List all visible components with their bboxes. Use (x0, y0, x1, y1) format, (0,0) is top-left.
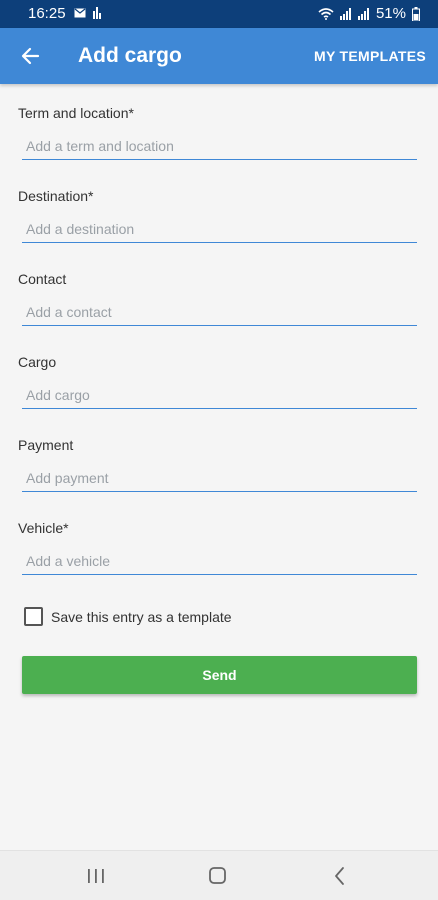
send-button[interactable]: Send (22, 656, 417, 694)
system-back-button[interactable] (328, 865, 352, 887)
payment-label: Payment (18, 437, 74, 453)
save-template-checkbox[interactable] (24, 607, 43, 626)
status-bar: 16:25 51% (0, 0, 438, 28)
battery-percentage: 51% (375, 5, 406, 22)
save-template-row[interactable]: Save this entry as a template (24, 607, 232, 626)
page-title: Add cargo (78, 44, 182, 67)
recent-apps-button[interactable] (84, 865, 108, 887)
wifi-icon (318, 7, 334, 20)
battery-icon (412, 6, 420, 21)
term-location-label: Term and location* (18, 105, 134, 121)
signal-icon-1 (339, 7, 351, 20)
home-icon (209, 867, 226, 884)
back-button[interactable] (16, 42, 46, 70)
cargo-input[interactable] (22, 381, 417, 409)
home-button[interactable] (206, 865, 230, 887)
my-templates-button[interactable]: MY TEMPLATES (314, 48, 426, 64)
status-time: 16:25 (28, 5, 66, 22)
save-template-label: Save this entry as a template (51, 608, 232, 625)
destination-input[interactable] (22, 215, 417, 243)
vehicle-input[interactable] (22, 547, 417, 575)
recent-apps-icon (88, 869, 104, 883)
payment-input[interactable] (22, 464, 417, 492)
app-bar: Add cargo MY TEMPLATES (0, 28, 438, 84)
term-location-input[interactable] (22, 132, 417, 160)
cargo-label: Cargo (18, 354, 57, 370)
email-notification-icon (74, 8, 86, 17)
contact-input[interactable] (22, 298, 417, 326)
signal-icon-2 (357, 7, 369, 20)
vehicle-label: Vehicle* (18, 520, 69, 536)
destination-label: Destination* (18, 188, 94, 204)
arrow-left-icon (21, 47, 40, 65)
app-notification-icon (93, 7, 101, 19)
contact-label: Contact (18, 271, 67, 287)
chevron-left-icon (335, 867, 344, 885)
system-nav-bar (0, 850, 438, 900)
